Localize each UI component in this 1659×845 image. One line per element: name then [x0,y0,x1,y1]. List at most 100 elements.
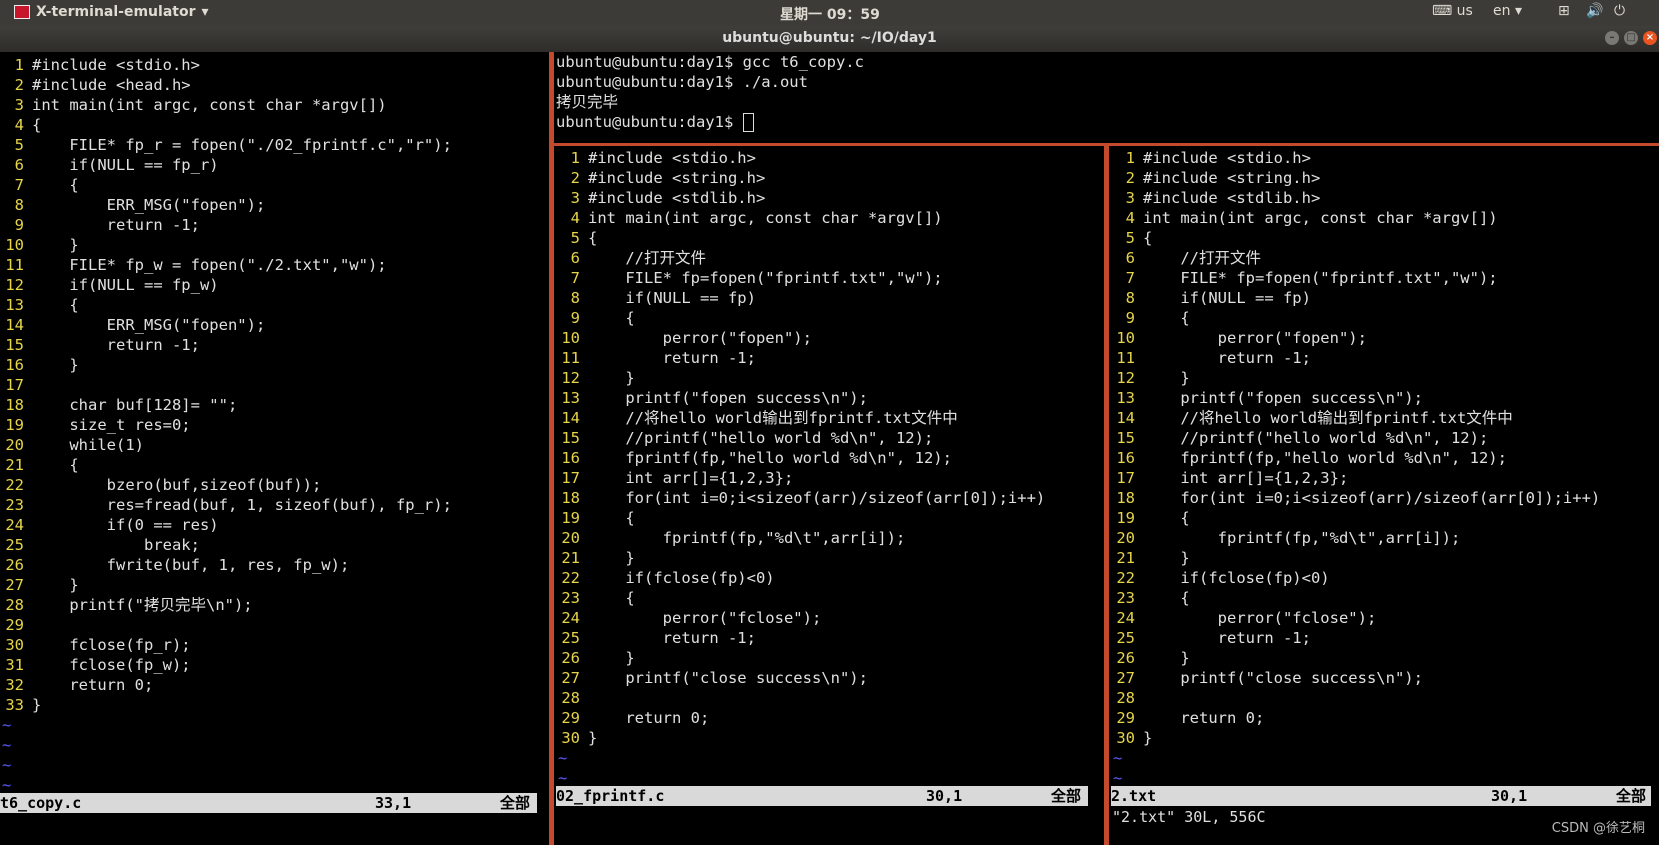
code-line[interactable]: 11 FILE* fp_w = fopen("./2.txt","w"); [0,255,452,275]
code-line[interactable]: 30} [1111,728,1600,748]
code-line[interactable]: 12 } [556,368,1045,388]
code-line[interactable]: 7 { [0,175,452,195]
left-vim-pane[interactable]: 1 #include <stdio.h> 2 #include <head.h> 3 in… [0,55,548,845]
code-line[interactable]: 7 FILE* fp=fopen("fprintf.txt","w"); [556,268,1045,288]
code-line[interactable]: 15 //printf("hello world %d\n", 12); [556,428,1045,448]
code-line[interactable]: 16 fprintf(fp,"hello world %d\n", 12); [1111,448,1600,468]
code-line[interactable]: 28 printf("拷贝完毕\n"); [0,595,452,615]
app-menu[interactable]: X-terminal-emulator ▾ [14,4,209,20]
code-line[interactable]: 5 FILE* fp_r = fopen("./02_fprintf.c","r… [0,135,452,155]
code-line[interactable]: 17 int arr[]={1,2,3}; [1111,468,1600,488]
code-line[interactable]: 15 //printf("hello world %d\n", 12); [1111,428,1600,448]
code-line[interactable]: 22 if(fclose(fp)<0) [1111,568,1600,588]
code-line[interactable]: 10 perror("fopen"); [1111,328,1600,348]
code-line[interactable]: 2 #include <string.h> [1111,168,1600,188]
code-line[interactable]: 1 #include <stdio.h> [556,148,1045,168]
code-line[interactable]: 29 [0,615,452,635]
code-line[interactable]: 10 perror("fopen"); [556,328,1045,348]
code-line[interactable]: 25 break; [0,535,452,555]
code-line[interactable]: 21 { [0,455,452,475]
code-line[interactable]: 29 return 0; [556,708,1045,728]
code-line[interactable]: 19 { [556,508,1045,528]
code-line[interactable]: 17 [0,375,452,395]
code-line[interactable]: 6 //打开文件 [1111,248,1600,268]
code-line[interactable]: 14 //将hello world输出到fprintf.txt文件中 [1111,408,1600,428]
code-line[interactable]: 26 fwrite(buf, 1, res, fp_w); [0,555,452,575]
code-line[interactable]: 25 return -1; [556,628,1045,648]
code-line[interactable]: 4 int main(int argc, const char *argv[]) [556,208,1045,228]
code-line[interactable]: 2 #include <head.h> [0,75,452,95]
code-line[interactable]: 1 #include <stdio.h> [1111,148,1600,168]
pane-divider[interactable] [549,52,554,845]
code-line[interactable]: 23 { [1111,588,1600,608]
code-line[interactable]: 26 } [1111,648,1600,668]
code-line[interactable]: 29 return 0; [1111,708,1600,728]
code-line[interactable]: 13 { [0,295,452,315]
right-vim-pane[interactable]: 1 #include <stdio.h> 2 #include <string.h> 3… [1111,148,1659,808]
left-code-area[interactable]: 1 #include <stdio.h> 2 #include <head.h> 3 in… [0,55,452,795]
code-line[interactable]: 25 return -1; [1111,628,1600,648]
code-line[interactable]: 19 size_t res=0; [0,415,452,435]
code-line[interactable]: 9 return -1; [0,215,452,235]
code-line[interactable]: 24 perror("fclose"); [556,608,1045,628]
keyboard-indicator[interactable]: ⌨ us [1432,3,1473,19]
code-line[interactable]: 13 printf("fopen success\n"); [1111,388,1600,408]
code-line[interactable]: 28 [1111,688,1600,708]
code-line[interactable]: 27 } [0,575,452,595]
code-line[interactable]: 19 { [1111,508,1600,528]
code-line[interactable]: 17 int arr[]={1,2,3}; [556,468,1045,488]
code-line[interactable]: 9 { [556,308,1045,328]
code-line[interactable]: 6 if(NULL == fp_r) [0,155,452,175]
code-line[interactable]: 13 printf("fopen success\n"); [556,388,1045,408]
code-line[interactable]: 21 } [1111,548,1600,568]
code-line[interactable]: 11 return -1; [1111,348,1600,368]
code-line[interactable]: 4{ [0,115,452,135]
volume-icon[interactable]: 🔊 [1586,3,1603,19]
code-line[interactable]: 21 } [556,548,1045,568]
middle-code-area[interactable]: 1 #include <stdio.h> 2 #include <string.h> 3… [556,148,1045,788]
maximize-button[interactable]: □ [1624,31,1638,45]
code-line[interactable]: 20 fprintf(fp,"%d\t",arr[i]); [1111,528,1600,548]
code-line[interactable]: 28 [556,688,1045,708]
code-line[interactable]: 27 printf("close success\n"); [1111,668,1600,688]
code-line[interactable]: 16 fprintf(fp,"hello world %d\n", 12); [556,448,1045,468]
code-line[interactable]: 14 //将hello world输出到fprintf.txt文件中 [556,408,1045,428]
middle-vim-pane[interactable]: 1 #include <stdio.h> 2 #include <string.h> 3… [556,148,1088,808]
code-line[interactable]: 23 { [556,588,1045,608]
terminal-output[interactable]: ubuntu@ubuntu:day1$ gcc t6_copy.c ubuntu… [556,52,1659,132]
code-line[interactable]: 3 #include <stdlib.h> [1111,188,1600,208]
code-line[interactable]: 10 } [0,235,452,255]
code-line[interactable]: 14 ERR_MSG("fopen"); [0,315,452,335]
pane-divider[interactable] [1104,146,1109,845]
code-line[interactable]: 8 ERR_MSG("fopen"); [0,195,452,215]
code-line[interactable]: 9 { [1111,308,1600,328]
close-button[interactable]: × [1643,31,1657,45]
code-line[interactable]: 18 char buf[128]= ""; [0,395,452,415]
code-line[interactable]: 30} [556,728,1045,748]
code-line[interactable]: 31 fclose(fp_w); [0,655,452,675]
code-line[interactable]: 22 if(fclose(fp)<0) [556,568,1045,588]
clock[interactable]: 星期一 09：59 [780,4,880,24]
code-line[interactable]: 30 fclose(fp_r); [0,635,452,655]
code-line[interactable]: 2 #include <string.h> [556,168,1045,188]
language-indicator[interactable]: en ▾ [1493,3,1522,19]
code-line[interactable]: 12 if(NULL == fp_w) [0,275,452,295]
code-line[interactable]: 33} [0,695,452,715]
code-line[interactable]: 7 FILE* fp=fopen("fprintf.txt","w"); [1111,268,1600,288]
power-icon[interactable]: ⏻ [1614,3,1625,19]
code-line[interactable]: 8 if(NULL == fp) [556,288,1045,308]
code-line[interactable]: 18 for(int i=0;i<sizeof(arr)/sizeof(arr[… [556,488,1045,508]
code-line[interactable]: 16 } [0,355,452,375]
code-line[interactable]: 8 if(NULL == fp) [1111,288,1600,308]
code-line[interactable]: 22 bzero(buf,sizeof(buf)); [0,475,452,495]
code-line[interactable]: 27 printf("close success\n"); [556,668,1045,688]
code-line[interactable]: 18 for(int i=0;i<sizeof(arr)/sizeof(arr[… [1111,488,1600,508]
code-line[interactable]: 12 } [1111,368,1600,388]
code-line[interactable]: 26 } [556,648,1045,668]
code-line[interactable]: 3 int main(int argc, const char *argv[]) [0,95,452,115]
code-line[interactable]: 24 perror("fclose"); [1111,608,1600,628]
code-line[interactable]: 23 res=fread(buf, 1, sizeof(buf), fp_r); [0,495,452,515]
code-line[interactable]: 6 //打开文件 [556,248,1045,268]
code-line[interactable]: 3 #include <stdlib.h> [556,188,1045,208]
code-line[interactable]: 20 while(1) [0,435,452,455]
